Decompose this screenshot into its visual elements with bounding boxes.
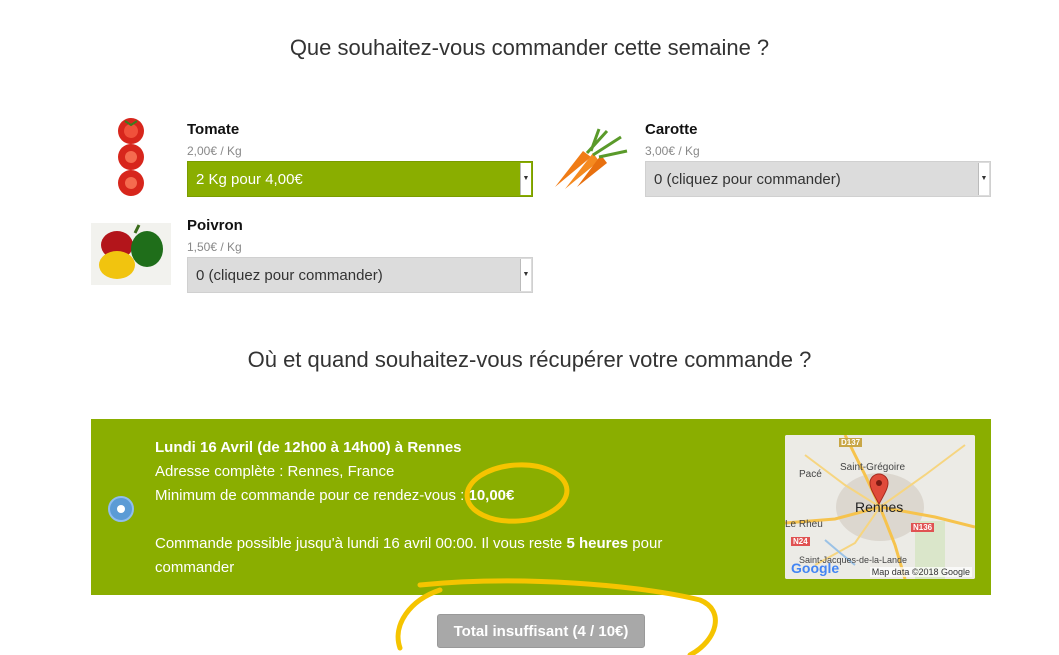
tomato-image [118, 118, 144, 196]
map-label-saint-gregoire: Saint-Grégoire [840, 462, 906, 473]
product-poivron: Poivron 1,50€ / Kg 0 (cliquez pour comma… [91, 209, 533, 293]
quantity-select-poivron[interactable]: 0 (cliquez pour commander) ▼ [187, 257, 533, 293]
pickup-minimum: Minimum de commande pour ce rendez-vous … [155, 487, 514, 504]
map-google-logo: Google [791, 560, 840, 576]
quantity-select-value: 2 Kg pour 4,00€ [196, 171, 303, 188]
product-name: Carotte [645, 121, 698, 138]
map-pin-icon [869, 473, 889, 505]
pepper-image [91, 223, 171, 285]
pickup-deadline-suffix: pour [628, 535, 663, 552]
pickup-deadline-text: Commande possible jusqu'à lundi 16 avril… [155, 535, 567, 552]
product-tomate: Tomate 2,00€ / Kg 2 Kg pour 4,00€ ▼ [91, 113, 533, 197]
product-price: 2,00€ / Kg [187, 144, 242, 158]
carrot-image [555, 128, 628, 189]
map-label-d137: D137 [839, 438, 863, 447]
pickup-deadline-remaining: 5 heures [566, 535, 629, 552]
dropdown-arrow-icon: ▼ [978, 163, 989, 195]
product-name: Poivron [187, 217, 243, 234]
pickup-option[interactable]: Lundi 16 Avril (de 12h00 à 14h00) à Renn… [91, 419, 991, 595]
map-label-n136: N136 [911, 523, 935, 532]
pickup-minimum-label: Minimum de commande pour ce rendez-vous … [155, 487, 469, 504]
pickup-map[interactable]: D137 Saint-Grégoire Pacé Rennes Le Rheu … [785, 435, 975, 579]
product-name: Tomate [187, 121, 240, 138]
dropdown-arrow-icon: ▼ [520, 163, 531, 195]
pickup-address: Adresse complète : Rennes, France [155, 463, 395, 480]
pickup-title: Lundi 16 Avril (de 12h00 à 14h00) à Renn… [155, 439, 462, 456]
quantity-select-tomate[interactable]: 2 Kg pour 4,00€ ▼ [187, 161, 533, 197]
pickup-deadline-line2: commander [155, 559, 235, 576]
product-price: 1,50€ / Kg [187, 240, 242, 254]
total-insufficient-button[interactable]: Total insuffisant (4 / 10€) [437, 614, 645, 648]
map-label-le-rheu: Le Rheu [785, 519, 823, 530]
pickup-radio-button[interactable] [108, 496, 134, 522]
map-label-pace: Pacé [799, 469, 822, 480]
pickup-minimum-value: 10,00€ [468, 487, 515, 504]
pickup-deadline: Commande possible jusqu'à lundi 16 avril… [155, 535, 662, 552]
dropdown-arrow-icon: ▼ [520, 259, 531, 291]
pickup-section-title: Où et quand souhaitez-vous récupérer vot… [247, 347, 812, 372]
quantity-select-value: 0 (cliquez pour commander) [654, 171, 841, 188]
map-label-n24: N24 [791, 537, 810, 546]
product-price: 3,00€ / Kg [645, 144, 700, 158]
order-section-title: Que souhaitez-vous commander cette semai… [289, 35, 770, 60]
map-credit: Map data ©2018 Google [869, 567, 972, 577]
quantity-select-carotte[interactable]: 0 (cliquez pour commander) ▼ [645, 161, 991, 197]
quantity-select-value: 0 (cliquez pour commander) [196, 267, 383, 284]
product-carotte: Carotte 3,00€ / Kg 0 (cliquez pour comma… [549, 113, 991, 197]
